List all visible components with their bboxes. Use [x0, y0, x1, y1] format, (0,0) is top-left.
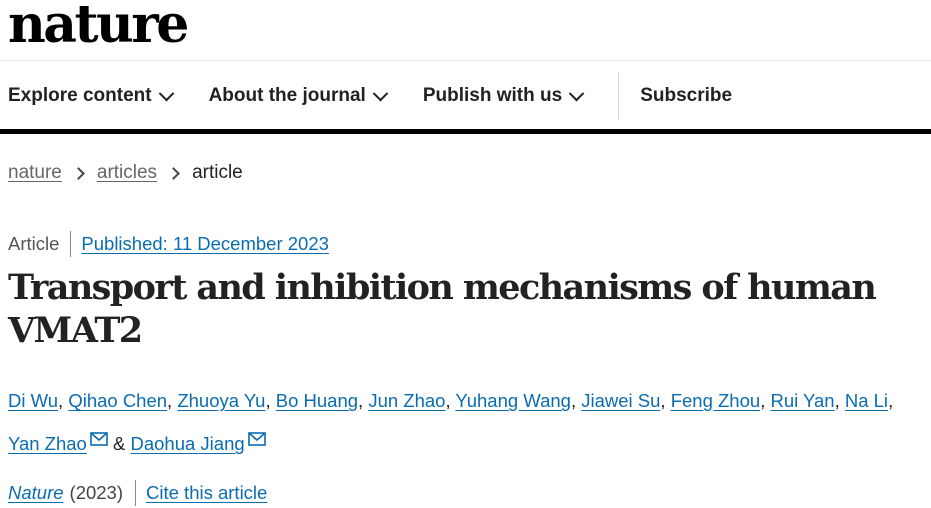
article-meta: Article Published: 11 December 2023	[8, 231, 329, 257]
published-date-link[interactable]: Published: 11 December 2023	[81, 233, 329, 255]
citation-bar: Nature (2023) Cite this article	[8, 480, 267, 506]
nature-logo[interactable]: nature	[8, 0, 189, 55]
author-link[interactable]: Rui Yan	[770, 390, 834, 411]
cite-article-link[interactable]: Cite this article	[146, 482, 267, 504]
breadcrumb-current: article	[192, 162, 243, 183]
nav-publish-with-us[interactable]: Publish with us	[415, 62, 585, 130]
nav-divider	[618, 72, 620, 120]
article-type: Article	[8, 233, 60, 254]
breadcrumb-articles[interactable]: articles	[97, 162, 157, 184]
chevron-down-icon	[568, 85, 585, 101]
publication-year: (2023)	[69, 482, 124, 503]
nav-about-journal[interactable]: About the journal	[201, 62, 389, 130]
author-list: Di Wu, Qihao Chen, Zhuoya Yu, Bo Huang, …	[8, 381, 928, 463]
author-link[interactable]: Zhuoya Yu	[177, 390, 265, 411]
author-link[interactable]: Jun Zhao	[368, 390, 445, 411]
author-link[interactable]: Daohua Jiang	[130, 433, 244, 454]
chevron-right-icon	[72, 166, 85, 180]
chevron-right-icon	[167, 166, 180, 180]
main-nav: Explore content About the journal Publis…	[0, 62, 931, 130]
author-link[interactable]: Bo Huang	[276, 390, 358, 411]
nav-item-label: Publish with us	[422, 85, 563, 106]
breadcrumb-nature[interactable]: nature	[8, 162, 62, 184]
subscribe-link[interactable]: Subscribe	[632, 62, 732, 130]
nav-bottom-rule	[0, 129, 931, 134]
author-link[interactable]: Jiawei Su	[581, 390, 660, 411]
author-link[interactable]: Di Wu	[8, 390, 58, 411]
article-title: Transport and inhibition mechanisms of h…	[8, 267, 877, 351]
chevron-down-icon	[372, 85, 389, 101]
journal-link[interactable]: Nature	[8, 482, 64, 504]
citation-divider	[135, 480, 137, 506]
author-link[interactable]: Qihao Chen	[68, 390, 167, 411]
email-icon[interactable]	[247, 420, 266, 459]
breadcrumb: nature articles article	[8, 162, 243, 184]
subscribe-label: Subscribe	[640, 85, 733, 106]
author-joiner: &	[113, 433, 126, 454]
header-divider	[0, 60, 931, 61]
author-link[interactable]: Feng Zhou	[671, 390, 760, 411]
nav-explore-content[interactable]: Explore content	[0, 62, 174, 130]
nav-item-label: Explore content	[8, 85, 152, 106]
meta-divider	[70, 231, 72, 257]
author-link[interactable]: Yuhang Wang	[455, 390, 571, 411]
author-link[interactable]: Na Li	[845, 390, 888, 411]
email-icon[interactable]	[90, 420, 108, 459]
author-link[interactable]: Yan Zhao	[8, 433, 87, 454]
nav-item-label: About the journal	[208, 85, 366, 106]
chevron-down-icon	[158, 85, 174, 101]
